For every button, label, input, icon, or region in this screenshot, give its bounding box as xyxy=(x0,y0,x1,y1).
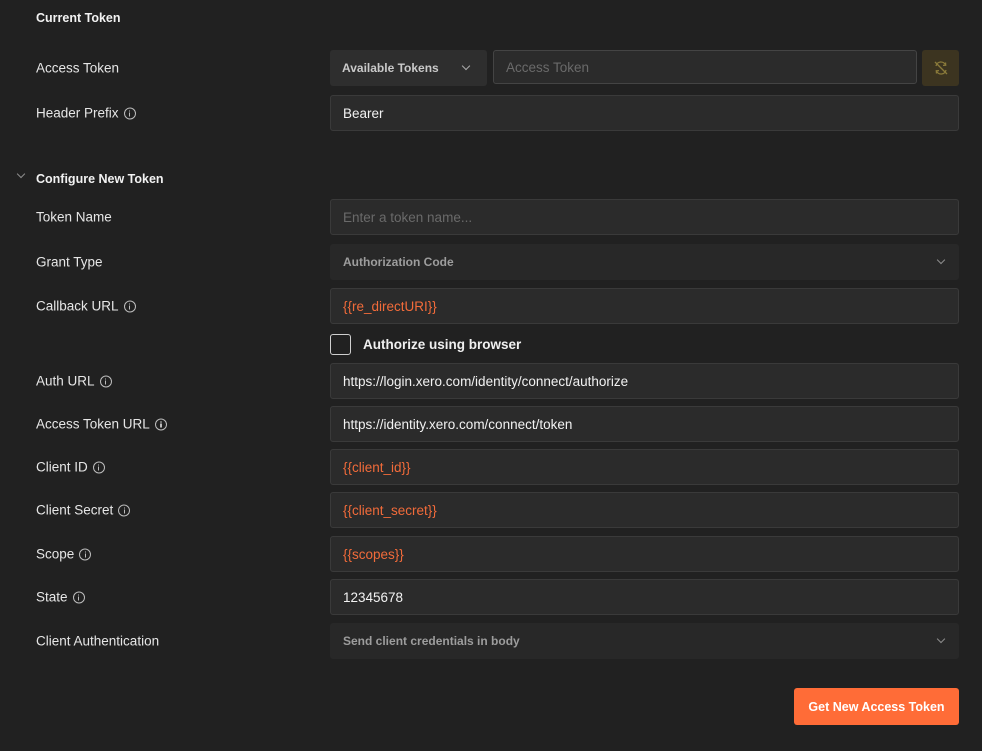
callback-url-value: {{re_directURI}} xyxy=(343,298,437,314)
chevron-down-icon xyxy=(936,636,946,646)
get-new-access-token-button[interactable]: Get New Access Token xyxy=(794,688,959,725)
authorize-browser-option[interactable]: Authorize using browser xyxy=(330,333,521,355)
info-icon[interactable] xyxy=(118,504,131,516)
chevron-down-icon xyxy=(16,171,26,181)
callback-url-label-text: Callback URL xyxy=(36,298,119,314)
access-token-placeholder: Access Token xyxy=(506,59,590,75)
access-token-url-row: Access Token URL https://identity.xero.c… xyxy=(0,405,982,443)
token-name-row: Token Name Enter a token name... xyxy=(0,198,982,236)
state-label-text: State xyxy=(36,589,68,605)
client-secret-label-text: Client Secret xyxy=(36,502,114,518)
token-name-label-text: Token Name xyxy=(36,209,112,225)
access-token-label-text: Access Token xyxy=(36,60,120,76)
collapse-chevron-icon[interactable] xyxy=(16,171,28,183)
info-icon[interactable] xyxy=(99,375,112,387)
available-tokens-label: Available Tokens xyxy=(342,61,439,75)
sync-disabled-icon xyxy=(934,61,947,75)
access-token-url-label-text: Access Token URL xyxy=(36,416,150,432)
access-token-input[interactable]: Access Token xyxy=(493,50,917,84)
scope-row: Scope {{scopes}} xyxy=(0,535,982,573)
info-icon[interactable] xyxy=(72,591,85,603)
auth-url-value: https://login.xero.com/identity/connect/… xyxy=(343,373,629,389)
state-input[interactable]: 12345678 xyxy=(330,579,959,615)
chevron-down-icon xyxy=(936,257,946,267)
scope-value: {{scopes}} xyxy=(343,546,404,562)
access-token-url-value: https://identity.xero.com/connect/token xyxy=(343,416,573,432)
client-secret-row: Client Secret {{client_secret}} xyxy=(0,491,982,529)
scope-label-text: Scope xyxy=(36,546,75,562)
info-icon[interactable] xyxy=(123,300,136,312)
scope-label: Scope xyxy=(36,546,92,562)
state-value: 12345678 xyxy=(343,589,404,605)
client-authentication-select[interactable]: Send client credentials in body xyxy=(330,623,959,659)
client-authentication-value: Send client credentials in body xyxy=(343,634,520,648)
client-secret-label: Client Secret xyxy=(36,502,131,518)
client-id-label-text: Client ID xyxy=(36,459,88,475)
header-prefix-value: Bearer xyxy=(343,105,384,121)
authorize-browser-checkbox[interactable] xyxy=(330,333,351,355)
chevron-down-icon xyxy=(461,63,471,73)
state-row: State 12345678 xyxy=(0,578,982,616)
grant-type-label-text: Grant Type xyxy=(36,254,103,270)
access-token-url-label: Access Token URL xyxy=(36,417,167,432)
callback-url-input[interactable]: {{re_directURI}} xyxy=(330,288,959,324)
callback-url-label: Callback URL xyxy=(36,299,136,314)
auth-url-label: Auth URL xyxy=(36,374,112,389)
token-name-placeholder: Enter a token name... xyxy=(343,209,473,225)
access-token-row: Access Token Available Tokens Access Tok… xyxy=(0,49,982,87)
scope-input[interactable]: {{scopes}} xyxy=(330,536,959,572)
client-id-label: Client ID xyxy=(36,460,105,475)
header-prefix-label: Header Prefix xyxy=(36,106,136,121)
access-token-label: Access Token xyxy=(36,61,119,76)
grant-type-value: Authorization Code xyxy=(343,255,454,269)
info-icon[interactable] xyxy=(92,461,105,473)
grant-type-label: Grant Type xyxy=(36,255,103,270)
configure-new-token-heading[interactable]: Configure New Token xyxy=(36,172,164,186)
client-authentication-label-text: Client Authentication xyxy=(36,633,160,649)
header-prefix-label-text: Header Prefix xyxy=(36,105,119,121)
header-prefix-input[interactable]: Bearer xyxy=(330,95,959,131)
grant-type-row: Grant Type Authorization Code xyxy=(0,243,982,281)
token-name-input[interactable]: Enter a token name... xyxy=(330,199,959,235)
state-label: State xyxy=(36,590,85,605)
client-secret-input[interactable]: {{client_secret}} xyxy=(330,492,959,528)
header-prefix-row: Header Prefix Bearer xyxy=(0,94,982,132)
client-id-input[interactable]: {{client_id}} xyxy=(330,449,959,485)
client-authentication-label: Client Authentication xyxy=(36,634,159,649)
auth-url-row: Auth URL https://login.xero.com/identity… xyxy=(0,362,982,400)
callback-url-row: Callback URL {{re_directURI}} xyxy=(0,287,982,325)
client-authentication-row: Client Authentication Send client creden… xyxy=(0,622,982,660)
auth-url-label-text: Auth URL xyxy=(36,373,95,389)
grant-type-select[interactable]: Authorization Code xyxy=(330,244,959,280)
access-token-url-input[interactable]: https://identity.xero.com/connect/token xyxy=(330,406,959,442)
current-token-heading: Current Token xyxy=(36,11,121,25)
client-id-value: {{client_id}} xyxy=(343,459,411,475)
available-tokens-dropdown[interactable]: Available Tokens xyxy=(330,50,487,86)
authorize-browser-label: Authorize using browser xyxy=(363,336,522,352)
client-id-row: Client ID {{client_id}} xyxy=(0,448,982,486)
token-name-label: Token Name xyxy=(36,210,112,225)
sync-token-button[interactable] xyxy=(922,50,959,86)
client-secret-value: {{client_secret}} xyxy=(343,502,437,518)
info-icon[interactable] xyxy=(154,418,167,430)
info-icon[interactable] xyxy=(123,107,136,119)
auth-url-input[interactable]: https://login.xero.com/identity/connect/… xyxy=(330,363,959,399)
info-icon[interactable] xyxy=(79,548,92,560)
